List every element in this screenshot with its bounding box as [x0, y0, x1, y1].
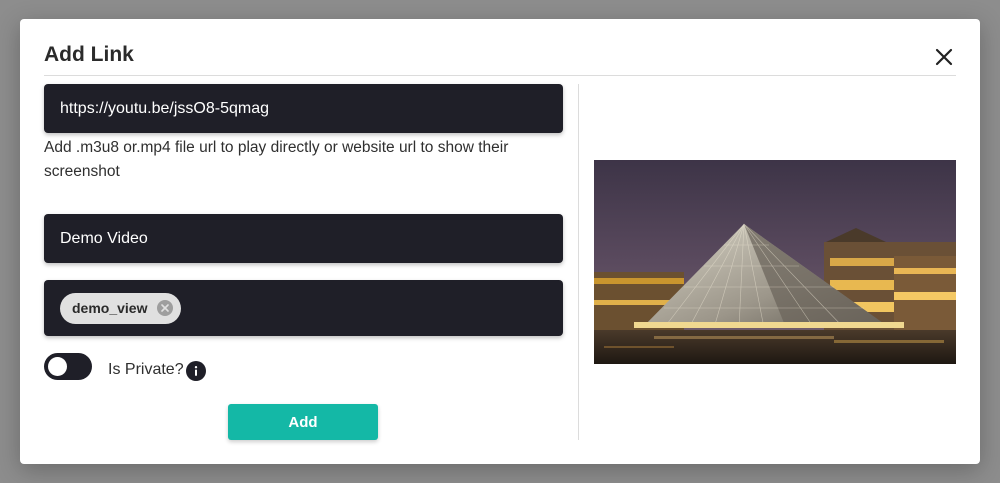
url-input[interactable]: [60, 99, 563, 118]
tags-field[interactable]: demo_view: [44, 280, 563, 336]
title-input[interactable]: [60, 229, 563, 248]
add-link-dialog: Add Link Add .m3u8 or.mp4 file url to pl…: [20, 19, 980, 464]
close-button[interactable]: [930, 43, 958, 71]
url-field[interactable]: [44, 84, 563, 133]
louvre-pyramid-thumbnail: [594, 160, 956, 364]
remove-icon: [161, 304, 170, 312]
close-icon: [935, 48, 953, 66]
title-field[interactable]: [44, 214, 563, 263]
info-icon[interactable]: [186, 361, 206, 381]
private-toggle[interactable]: [44, 353, 92, 380]
url-hint: Add .m3u8 or.mp4 file url to play direct…: [44, 139, 509, 180]
tag-chip-label: demo_view: [72, 300, 148, 316]
toggle-knob: [48, 357, 67, 376]
dialog-title: Add Link: [44, 43, 134, 66]
preview-image: [594, 160, 956, 364]
info-glyph: [194, 366, 198, 376]
header-divider: [44, 75, 956, 76]
tag-remove-button[interactable]: [157, 300, 174, 316]
private-label: Is Private?: [108, 361, 184, 378]
column-divider: [578, 84, 579, 440]
add-button[interactable]: Add: [228, 404, 378, 440]
tag-chip[interactable]: demo_view: [60, 292, 182, 324]
